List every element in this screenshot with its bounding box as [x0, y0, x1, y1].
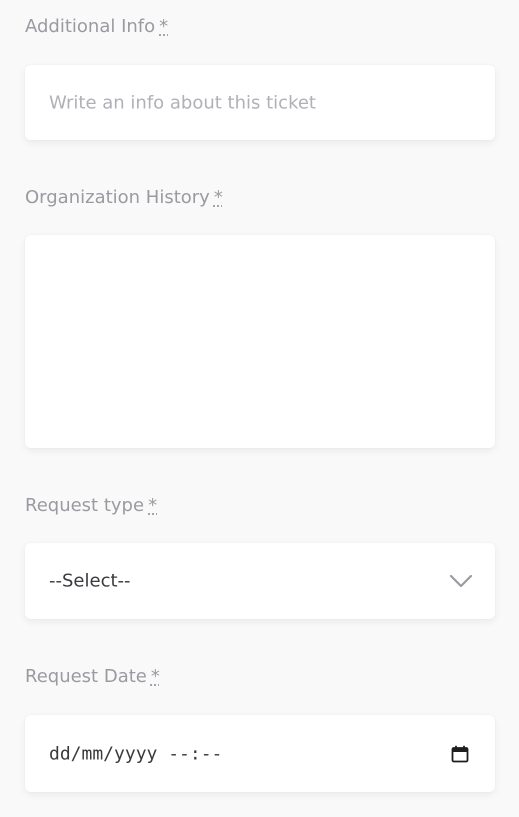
- request-type-select[interactable]: --Select--: [25, 543, 495, 619]
- request-type-group: Request type * --Select--: [25, 495, 495, 619]
- required-marker: *: [150, 666, 160, 687]
- required-marker: *: [159, 16, 169, 37]
- request-type-label: Request type *: [25, 495, 495, 517]
- request-date-input[interactable]: dd/mm/yyyy --:--: [25, 715, 495, 792]
- request-date-group: Request Date * dd/mm/yyyy --:--: [25, 666, 495, 792]
- additional-info-group: Additional Info * Write an info about thi…: [25, 16, 495, 140]
- required-marker: *: [148, 495, 158, 516]
- organization-history-label: Organization History *: [25, 187, 495, 209]
- request-date-value: dd/mm/yyyy --:--: [49, 743, 223, 764]
- additional-info-input[interactable]: Write an info about this ticket: [25, 65, 495, 140]
- additional-info-label: Additional Info *: [25, 16, 495, 38]
- request-date-label: Request Date *: [25, 666, 495, 688]
- request-type-selected: --Select--: [49, 570, 131, 592]
- organization-history-group: Organization History *: [25, 187, 495, 448]
- organization-history-label-text: Organization History: [25, 187, 210, 208]
- additional-info-label-text: Additional Info: [25, 16, 156, 37]
- chevron-down-icon[interactable]: [449, 574, 473, 588]
- request-type-label-text: Request type: [25, 495, 145, 516]
- required-marker: *: [213, 187, 223, 208]
- organization-history-textarea[interactable]: [25, 235, 495, 448]
- additional-info-placeholder: Write an info about this ticket: [49, 92, 316, 113]
- request-date-label-text: Request Date: [25, 666, 147, 687]
- calendar-icon[interactable]: [451, 745, 469, 763]
